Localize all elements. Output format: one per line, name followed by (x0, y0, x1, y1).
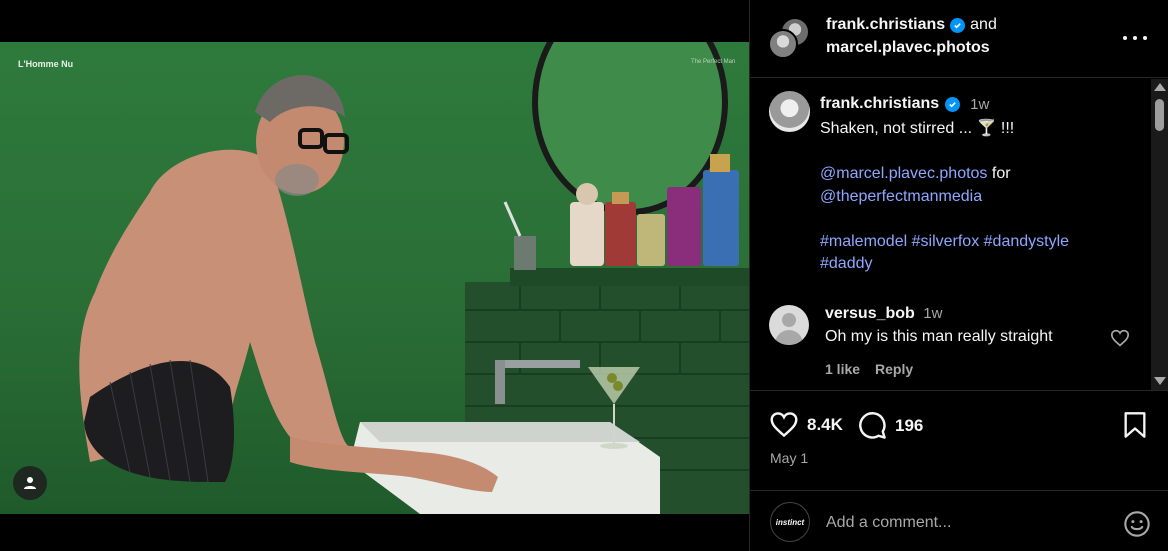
more-options-button[interactable] (1123, 28, 1147, 48)
caption-line: @marcel.plavec.photos for (820, 163, 1140, 186)
comment-like-heart-icon[interactable] (1110, 329, 1130, 347)
hashtag-link[interactable]: #silverfox (912, 233, 980, 250)
comment-header: versus_bob 1w (825, 305, 942, 323)
post-actions: 8.4K 196 May 1 (750, 390, 1168, 490)
hashtag-link[interactable]: #malemodel (820, 233, 907, 250)
caption-header: frank.christians 1w (820, 95, 989, 113)
scrollbar-thumb[interactable] (1155, 99, 1164, 131)
photo-illustration (79, 42, 749, 514)
like-button[interactable]: 8.4K (769, 411, 843, 438)
comments-count[interactable]: 196 (895, 416, 923, 436)
caption-text: Shaken, not stirred ... 🍸 !!! @marcel.pl… (820, 118, 1140, 276)
reply-button[interactable]: Reply (875, 361, 913, 377)
avatar (768, 29, 798, 59)
for-text: for (991, 165, 1011, 182)
caption-line: Shaken, not stirred ... 🍸 !!! (820, 120, 1015, 137)
brand-watermark-right: The Perfect Man (691, 59, 736, 65)
scroll-down-arrow-icon[interactable] (1154, 377, 1166, 385)
post-media-pane: L'Homme Nu The Perfect Man (0, 0, 749, 551)
caption-avatar[interactable] (769, 91, 810, 132)
hashtag-link[interactable]: #daddy (820, 255, 873, 272)
dot-icon (1143, 36, 1147, 40)
save-button[interactable] (1123, 411, 1147, 444)
post-date[interactable]: May 1 (770, 450, 808, 466)
current-user-avatar[interactable]: instinct (770, 502, 810, 542)
comment-text: Oh my is this man really straight (825, 328, 1053, 345)
caption-line: #malemodel #silverfox #dandystyle (820, 231, 1140, 254)
post-photo[interactable]: L'Homme Nu The Perfect Man (0, 42, 749, 514)
comments-list[interactable]: frank.christians 1w Shaken, not stirred … (750, 79, 1168, 390)
comment-likes-count[interactable]: 1 like (825, 361, 860, 377)
add-comment-bar: instinct (750, 490, 1168, 551)
add-comment-input[interactable] (826, 511, 1096, 535)
brand-watermark-left: L'Homme Nu (18, 59, 74, 69)
caption-username-link[interactable]: frank.christians (820, 95, 939, 113)
post-header: frank.christians and marcel.plavec.photo… (750, 0, 1168, 78)
collab-avatars[interactable] (768, 17, 812, 61)
caption-timestamp: 1w (970, 95, 990, 113)
mention-link[interactable]: @theperfectmanmedia (820, 188, 982, 205)
caption-line: @theperfectmanmedia (820, 186, 1140, 209)
verified-badge-icon (945, 96, 961, 112)
scroll-up-arrow-icon[interactable] (1154, 83, 1166, 91)
comment-timestamp: 1w (923, 305, 943, 322)
likes-count[interactable]: 8.4K (807, 415, 843, 435)
tagged-users-button[interactable] (13, 466, 47, 500)
collaborator-username-link[interactable]: marcel.plavec.photos (826, 39, 990, 57)
emoji-icon[interactable] (1123, 510, 1151, 538)
verified-badge-icon (950, 17, 966, 33)
comment-meta: 1 like Reply (825, 361, 913, 377)
comment-button[interactable]: 196 (858, 411, 923, 440)
dot-icon (1123, 36, 1127, 40)
heart-icon (770, 412, 798, 438)
comment-username-link[interactable]: versus_bob (825, 305, 915, 322)
dot-icon (1133, 36, 1137, 40)
bookmark-icon (1124, 412, 1146, 438)
comments-scrollbar[interactable] (1151, 79, 1168, 390)
avatar[interactable] (769, 305, 809, 345)
author-username-link[interactable]: frank.christians (826, 16, 945, 34)
comment-bubble-icon (859, 412, 886, 439)
hashtag-link[interactable]: #dandystyle (984, 233, 1069, 250)
person-icon (24, 477, 36, 489)
caption-line: #daddy (820, 253, 1140, 276)
collab-names-line: frank.christians and (826, 16, 997, 34)
post-details-panel: frank.christians and marcel.plavec.photo… (749, 0, 1168, 551)
and-text: and (970, 16, 997, 33)
mention-link[interactable]: @marcel.plavec.photos (820, 165, 987, 182)
